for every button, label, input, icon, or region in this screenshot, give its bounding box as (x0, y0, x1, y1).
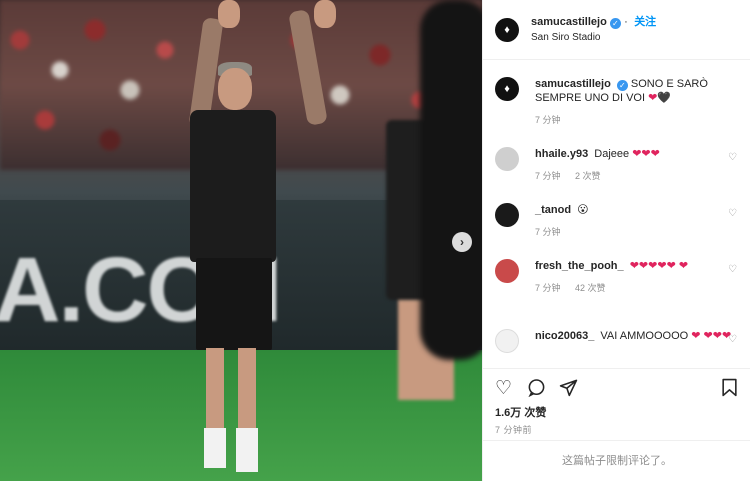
comment-item: nico20063_ VAI AMMOOOOO ❤ ❤❤❤ ♡ (495, 329, 741, 353)
share-icon[interactable] (559, 378, 578, 403)
player-right-hand (314, 0, 336, 28)
comment-username[interactable]: nico20063_ (535, 330, 594, 342)
comment-likes[interactable]: 42 次赞 (575, 283, 606, 293)
likes-count[interactable]: 1.6万 次赞 (495, 404, 546, 420)
player-left-sock (204, 428, 226, 468)
comment-time: 7 分钟 (535, 227, 561, 237)
comment-like-heart-icon[interactable]: ♡ (728, 334, 737, 345)
caption-meta: 7 分钟 (535, 113, 741, 126)
separator-dot: · (624, 16, 628, 28)
comment-time: 7 分钟 (535, 283, 561, 293)
player-right-sock (236, 428, 258, 472)
comment-time: 7 分钟 (535, 171, 561, 181)
comment-text: Dajeee (594, 148, 630, 160)
comment-item: _tanod 😮 7 分钟 ♡ (495, 203, 741, 238)
verified-badge-icon: ✓ (616, 80, 628, 91)
comments-restricted-notice: 这篇帖子限制评论了。 (483, 440, 750, 481)
player-left-leg (206, 348, 224, 438)
verified-badge-icon: ✓ (609, 18, 621, 29)
comment-avatar[interactable] (495, 259, 519, 283)
author-avatar[interactable]: ♦ (495, 17, 519, 42)
player-head (218, 68, 252, 110)
comment-like-heart-icon[interactable]: ♡ (728, 208, 737, 219)
comment-avatar[interactable] (495, 329, 519, 353)
comment-icon-svg (528, 379, 545, 398)
comment-username[interactable]: hhaile.y93 (535, 148, 588, 160)
caption-time: 7 分钟 (535, 115, 561, 125)
share-icon-svg (559, 379, 578, 397)
player-shirt (190, 110, 276, 262)
heart-icon[interactable]: ♡ (495, 377, 512, 400)
author-username[interactable]: samucastillejo (531, 16, 607, 28)
comment-likes[interactable]: 2 次赞 (575, 171, 601, 181)
comment-icon[interactable] (527, 378, 546, 402)
comment-item: fresh_the_pooh_ ❤❤❤❤❤ ❤ 7 分钟 42 次赞 ♡ (495, 259, 741, 294)
bookmark-icon[interactable] (721, 378, 738, 403)
player-right-leg (238, 348, 256, 438)
post-photo[interactable]: A.CON › (0, 0, 482, 481)
bookmark-icon-svg (722, 378, 737, 397)
comment-item: hhaile.y93 Dajeee ❤❤❤ 7 分钟 2 次赞 ♡ (495, 147, 741, 182)
foreground-blur-figure (420, 0, 482, 360)
comments-list[interactable]: ♦ samucastillejo ✓ SONO E SARÒ SEMPRE UNO… (483, 61, 750, 367)
caption-emoji: ❤🖤 (648, 92, 672, 104)
comment-text: VAI AMMOOOOO (600, 330, 689, 342)
chevron-right-icon[interactable]: › (452, 232, 472, 252)
comment-emoji: ❤❤❤ (632, 148, 660, 160)
comment-emoji: ❤ ❤❤❤ (691, 330, 732, 342)
main-player (188, 60, 280, 481)
caption-username[interactable]: samucastillejo (535, 78, 611, 90)
player-shorts (196, 258, 272, 350)
follow-button[interactable]: 关注 (634, 16, 656, 28)
post-side-panel: ♦ samucastillejo ✓ · 关注 San Siro Stadio ♦… (482, 0, 750, 481)
comment-emoji: 😮 (577, 204, 589, 216)
comment-avatar[interactable] (495, 203, 519, 227)
comment-like-heart-icon[interactable]: ♡ (728, 264, 737, 275)
caption-avatar[interactable]: ♦ (495, 77, 519, 101)
post-time: 7 分钟前 (495, 425, 533, 435)
comment-like-heart-icon[interactable]: ♡ (728, 152, 737, 163)
post-location[interactable]: San Siro Stadio (531, 30, 656, 45)
comment-avatar[interactable] (495, 147, 519, 171)
player-left-hand (218, 0, 240, 28)
comment-emoji: ❤❤❤❤❤ ❤ (629, 260, 689, 272)
comment-username[interactable]: fresh_the_pooh_ (535, 260, 624, 272)
post-header: ♦ samucastillejo ✓ · 关注 San Siro Stadio (483, 0, 750, 60)
action-bar: ♡ (483, 368, 750, 408)
caption: ♦ samucastillejo ✓ SONO E SARÒ SEMPRE UNO… (495, 77, 741, 126)
comment-username[interactable]: _tanod (535, 204, 571, 216)
